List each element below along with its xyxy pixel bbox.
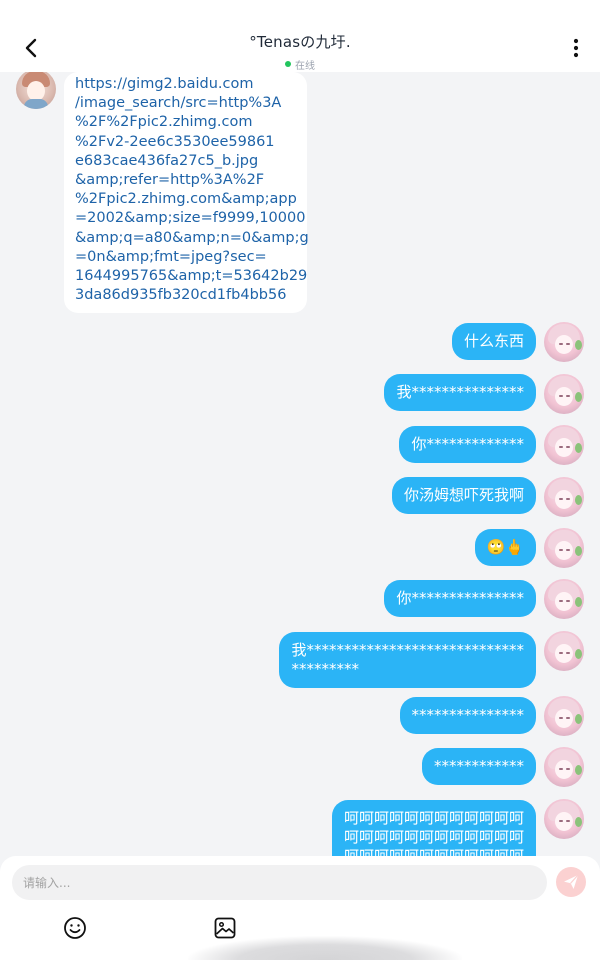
message-line: &amp;q=a80&amp;n=0&amp;g bbox=[75, 229, 309, 246]
message-line: e683cae436fa27c5_b.jpg bbox=[75, 152, 259, 169]
page-title: °Tenasの九圩. bbox=[249, 33, 351, 51]
outgoing-message-bubble[interactable]: 你汤姆想吓死我啊 bbox=[391, 477, 536, 514]
user-avatar[interactable] bbox=[544, 528, 584, 568]
smiley-icon bbox=[64, 917, 86, 939]
outgoing-message-bubble[interactable]: *************** bbox=[399, 697, 536, 734]
user-avatar[interactable] bbox=[544, 579, 584, 619]
message-line: 1644995765&amp;t=53642b29 bbox=[75, 268, 308, 285]
outgoing-message-bubble[interactable]: 我*************** bbox=[384, 374, 536, 411]
message-line: 我***************************** bbox=[291, 641, 524, 659]
message-line: 呵呵呵呵呵呵呵呵呵呵呵呵 bbox=[343, 828, 524, 846]
status-text: 在线 bbox=[295, 60, 315, 72]
user-avatar[interactable] bbox=[544, 477, 584, 517]
outgoing-message-bubble[interactable]: 呵呵呵呵呵呵呵呵呵呵呵呵 呵呵呵呵呵呵呵呵呵呵呵呵 呵呵呵呵呵呵呵呵呵呵呵呵 bbox=[331, 800, 536, 856]
user-avatar[interactable] bbox=[544, 374, 584, 414]
send-button[interactable] bbox=[556, 867, 586, 897]
message-list[interactable]: https://gimg2.baidu.com /image_search/sr… bbox=[0, 72, 600, 856]
user-avatar[interactable] bbox=[544, 799, 584, 839]
message-line: ********* bbox=[291, 660, 359, 678]
chat-screen: °Tenasの九圩. 在线 https://gimg2.baidu.com /i… bbox=[0, 0, 600, 960]
incoming-message-bubble[interactable]: https://gimg2.baidu.com /image_search/sr… bbox=[64, 72, 309, 314]
online-dot-icon bbox=[285, 61, 291, 67]
message-line: 呵呵呵呵呵呵呵呵呵呵呵呵 bbox=[343, 847, 524, 856]
more-vertical-icon bbox=[573, 38, 579, 58]
message-line: %2Fv2-2ee6c3530ee59861 bbox=[75, 133, 275, 150]
send-icon bbox=[564, 874, 579, 889]
outgoing-message-bubble[interactable]: 你************* bbox=[399, 426, 536, 463]
chat-header: °Tenasの九圩. 在线 bbox=[0, 0, 600, 72]
outgoing-message-bubble[interactable]: 你*************** bbox=[384, 580, 536, 617]
user-avatar[interactable] bbox=[544, 322, 584, 362]
user-avatar[interactable] bbox=[544, 696, 584, 736]
user-avatar[interactable] bbox=[544, 631, 584, 671]
outgoing-message-bubble[interactable]: ************ bbox=[422, 748, 536, 785]
emoji-button[interactable] bbox=[62, 915, 88, 941]
outgoing-message-bubble[interactable]: 什么东西 bbox=[451, 323, 536, 360]
user-avatar[interactable] bbox=[544, 425, 584, 465]
outgoing-message-bubble[interactable]: 我***************************** ********* bbox=[279, 632, 536, 688]
message-line: %2F%2Fpic2.zhimg.com bbox=[75, 114, 253, 131]
message-line: 3da86d935fb320cd1fb4bb56 bbox=[75, 287, 287, 304]
home-indicator[interactable] bbox=[188, 936, 462, 960]
message-line: =2002&amp;size=f9999,10000 bbox=[75, 210, 306, 227]
online-status: 在线 bbox=[285, 57, 315, 72]
more-options-button[interactable] bbox=[562, 34, 590, 62]
message-line: %2Fpic2.zhimg.com&amp;app bbox=[75, 191, 297, 208]
message-input[interactable] bbox=[12, 865, 547, 900]
title-block: °Tenasの九圩. 在线 bbox=[0, 31, 600, 72]
message-line: &amp;refer=http%3A%2F bbox=[75, 172, 265, 189]
outgoing-message-bubble[interactable]: 🙄🖕 bbox=[474, 529, 536, 566]
contact-avatar[interactable] bbox=[16, 72, 56, 109]
message-line: https://gimg2.baidu.com bbox=[75, 76, 254, 92]
user-avatar[interactable] bbox=[544, 747, 584, 787]
message-line: /image_search/src=http%3A bbox=[75, 95, 282, 112]
message-line: 呵呵呵呵呵呵呵呵呵呵呵呵 bbox=[343, 809, 524, 827]
message-line: =0n&amp;fmt=jpeg?sec= bbox=[75, 248, 267, 265]
